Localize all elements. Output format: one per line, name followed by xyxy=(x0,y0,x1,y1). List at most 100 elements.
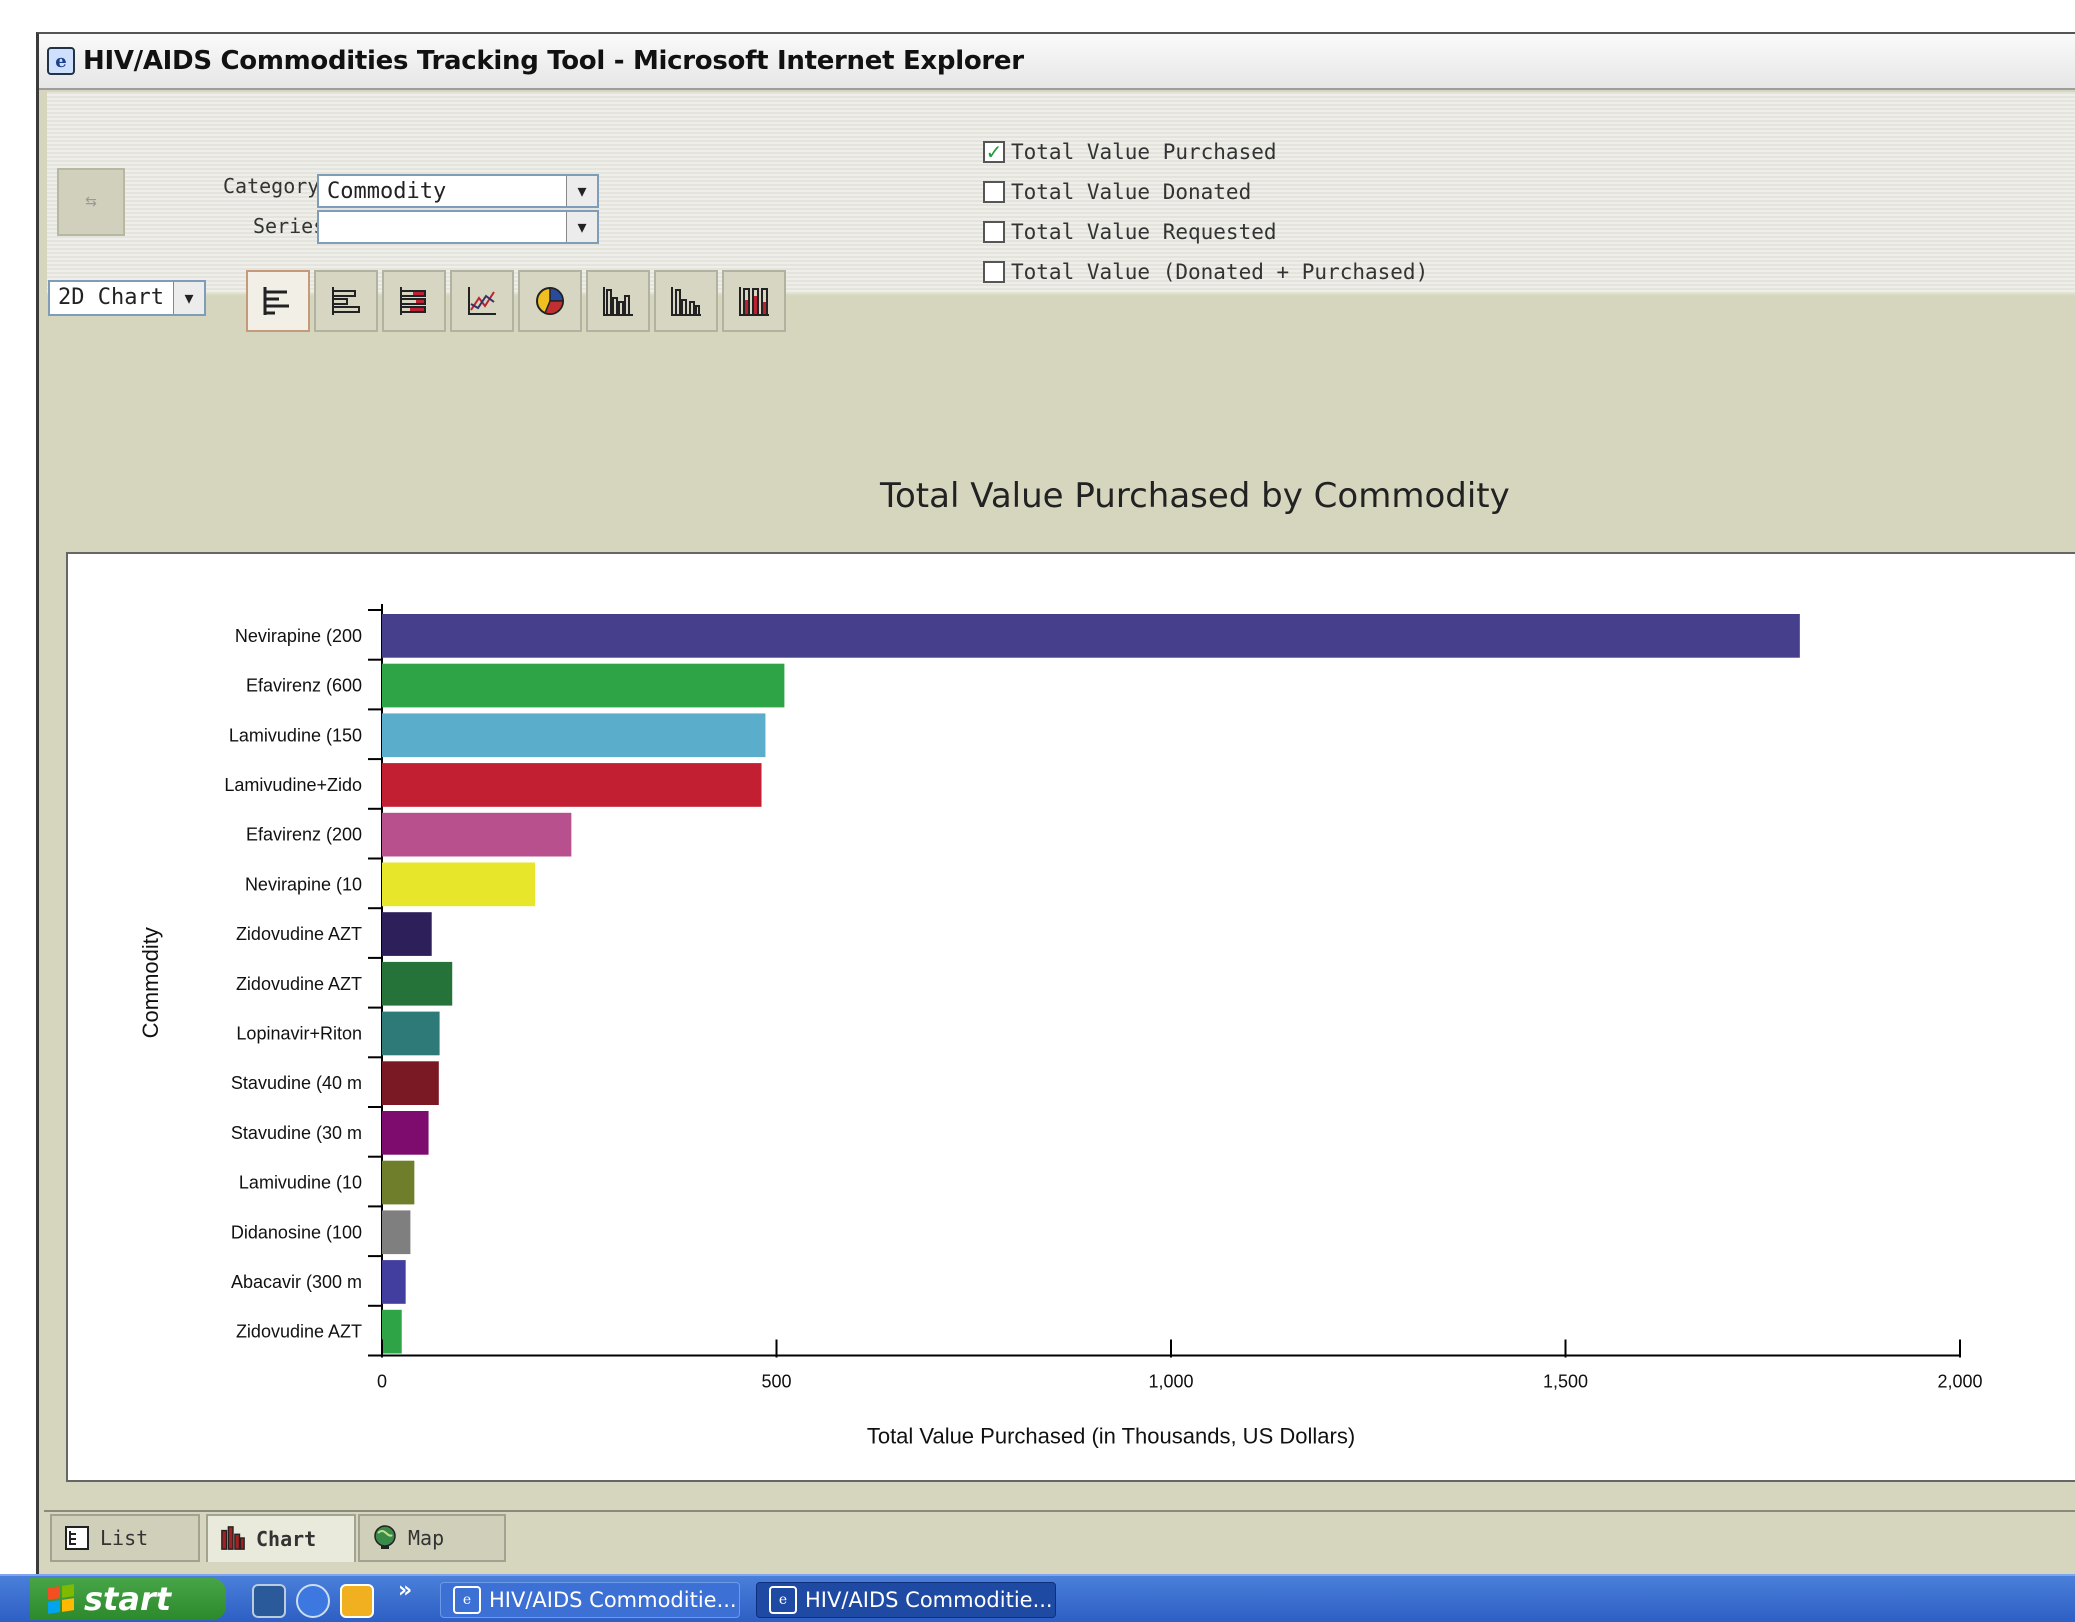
pie-chart-button[interactable] xyxy=(518,270,582,332)
chart-plot-area: Nevirapine (200 Efavirenz (600 Lamivudine … xyxy=(66,552,2075,1482)
y-tick-label: Lamivudine (10 xyxy=(239,1173,362,1193)
series-select[interactable]: ▾ xyxy=(317,210,599,244)
chart-title: Total Value Purchased by Commodity xyxy=(880,476,1510,516)
y-tick-label: Stavudine (40 m xyxy=(231,1073,362,1093)
ie-icon: e xyxy=(47,47,75,75)
checkbox-total-requested[interactable]: Total Value Requested xyxy=(983,220,1277,244)
pie-chart-icon xyxy=(536,287,564,315)
taskbar-button-label: HIV/AIDS Commoditie... xyxy=(805,1588,1053,1612)
chart-mode-select[interactable]: 2D Chart ▾ xyxy=(48,280,206,316)
y-tick-label: Abacavir (300 m xyxy=(231,1272,362,1292)
chevron-down-icon[interactable]: ▾ xyxy=(566,212,597,242)
checkbox-label: Total Value (Donated + Purchased) xyxy=(1011,260,1429,284)
start-button[interactable]: start xyxy=(30,1578,226,1620)
taskbar: start » e HIV/AIDS Commoditie... e HIV/A… xyxy=(0,1574,2075,1622)
quicklaunch-overflow[interactable]: » xyxy=(398,1578,412,1603)
line-chart-button[interactable] xyxy=(450,270,514,332)
column-grouped-icon xyxy=(671,287,701,316)
category-select[interactable]: Commodity ▾ xyxy=(317,174,599,208)
checkbox-label: Total Value Purchased xyxy=(1011,140,1277,164)
column-stacked-icon xyxy=(739,287,769,316)
chart-icon xyxy=(220,1526,246,1552)
bar-horizontal-chart-button[interactable] xyxy=(246,270,310,332)
bar xyxy=(382,713,766,758)
y-tick-label: Didanosine (100 xyxy=(231,1222,362,1242)
category-label: Category xyxy=(223,174,320,198)
checkbox-total-purchased[interactable]: ✓ Total Value Purchased xyxy=(983,140,1277,164)
checkbox-total-donated[interactable]: Total Value Donated xyxy=(983,180,1251,204)
bar xyxy=(382,812,572,857)
bar xyxy=(382,1111,429,1155)
column-chart-button[interactable] xyxy=(586,270,650,332)
chart-mode-value: 2D Chart xyxy=(58,285,164,310)
start-label: start xyxy=(84,1580,172,1618)
view-tabs: List Chart Map xyxy=(44,1510,2075,1570)
tab-list[interactable]: List xyxy=(50,1514,200,1562)
column-stacked-chart-button[interactable] xyxy=(722,270,786,332)
taskbar-button-1[interactable]: e HIV/AIDS Commoditie... xyxy=(440,1582,740,1618)
y-tick-label: Nevirapine (200 xyxy=(235,626,362,646)
ie-icon: e xyxy=(769,1586,797,1614)
options-panel: ⇆ Category Commodity ▾ Series ▾ ✓ Total … xyxy=(47,92,2075,298)
window-title: HIV/AIDS Commodities Tracking Tool - Mic… xyxy=(83,46,1024,76)
y-tick-label: Zidovudine AZT xyxy=(236,974,362,994)
bar-horizontal-outline-icon xyxy=(332,287,360,315)
tab-chart-label: Chart xyxy=(256,1527,317,1551)
y-tick-label: Lamivudine+Zido xyxy=(224,775,362,795)
y-tick-label: Efavirenz (200 xyxy=(246,825,362,845)
chevron-down-icon[interactable]: ▾ xyxy=(566,176,597,206)
x-tick-label: 1,000 xyxy=(1148,1372,1193,1392)
bar-horizontal-icon xyxy=(263,287,289,315)
bar xyxy=(382,961,453,1006)
y-tick-label: Lamivudine (150 xyxy=(229,725,362,745)
bar xyxy=(382,1309,402,1354)
bar xyxy=(382,1260,406,1304)
y-tick-label: Stavudine (30 m xyxy=(231,1123,362,1143)
ie-icon: e xyxy=(453,1586,481,1614)
bar xyxy=(382,1210,411,1255)
tab-map-label: Map xyxy=(408,1526,445,1550)
x-tick-label: 2,000 xyxy=(1937,1372,1982,1392)
bar xyxy=(382,862,536,907)
checkbox-empty-icon[interactable] xyxy=(983,221,1005,243)
bar xyxy=(382,1061,439,1105)
list-icon xyxy=(64,1525,90,1551)
bar xyxy=(382,763,762,807)
tab-chart[interactable]: Chart xyxy=(206,1514,356,1562)
line-chart-icon xyxy=(468,287,496,315)
checkbox-empty-icon[interactable] xyxy=(983,181,1005,203)
series-label: Series xyxy=(253,214,326,238)
bar xyxy=(382,1160,415,1205)
chevron-down-icon[interactable]: ▾ xyxy=(173,282,204,314)
show-desktop-icon[interactable] xyxy=(252,1584,286,1618)
bar xyxy=(382,912,432,956)
checkbox-label: Total Value Requested xyxy=(1011,220,1277,244)
windows-flag-icon xyxy=(48,1584,74,1614)
checkbox-total-donated-purchased[interactable]: Total Value (Donated + Purchased) xyxy=(983,260,1428,284)
bar-horizontal-outline-button[interactable] xyxy=(314,270,378,332)
bar-chart: Nevirapine (200 Efavirenz (600 Lamivudine … xyxy=(138,604,1983,1449)
y-tick-label: Nevirapine (10 xyxy=(245,874,362,894)
checkbox-label: Total Value Donated xyxy=(1011,180,1252,204)
tab-map[interactable]: Map xyxy=(358,1514,506,1562)
y-tick-label: Lopinavir+Riton xyxy=(236,1023,362,1043)
bar xyxy=(382,614,1800,658)
swap-axes-button[interactable]: ⇆ xyxy=(57,168,125,236)
category-select-value: Commodity xyxy=(327,179,447,204)
y-tick-label: Zidovudine AZT xyxy=(236,924,362,944)
bar xyxy=(382,663,785,708)
bar-horizontal-stacked-button[interactable] xyxy=(382,270,446,332)
bar xyxy=(382,1011,440,1056)
taskbar-button-2[interactable]: e HIV/AIDS Commoditie... xyxy=(756,1582,1056,1618)
title-bar[interactable]: e HIV/AIDS Commodities Tracking Tool - M… xyxy=(39,34,2075,90)
taskbar-button-label: HIV/AIDS Commoditie... xyxy=(489,1588,737,1612)
clock-icon[interactable] xyxy=(340,1584,374,1618)
ie-quicklaunch-icon[interactable] xyxy=(296,1584,330,1618)
checkbox-checked-icon[interactable]: ✓ xyxy=(983,140,1005,164)
y-tick-label: Zidovudine AZT xyxy=(236,1322,362,1342)
x-tick-label: 500 xyxy=(761,1372,791,1392)
checkbox-empty-icon[interactable] xyxy=(983,261,1005,283)
column-grouped-chart-button[interactable] xyxy=(654,270,718,332)
x-tick-label: 1,500 xyxy=(1543,1372,1588,1392)
bar-stacked-icon xyxy=(400,287,426,315)
